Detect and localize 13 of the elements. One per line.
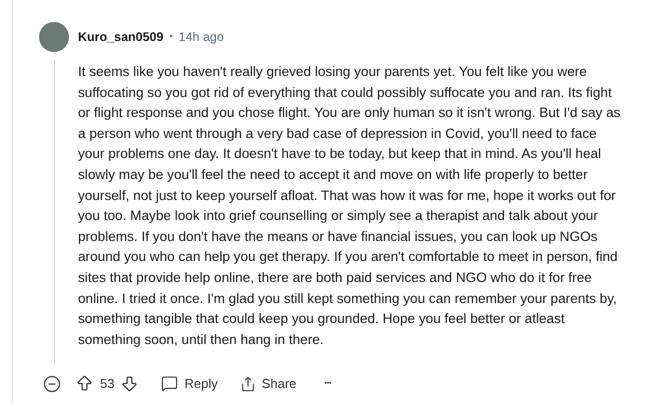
separator-dot: • (169, 30, 173, 44)
upvote-icon[interactable] (75, 374, 94, 394)
reply-button[interactable]: Reply (161, 374, 218, 394)
collapse-icon[interactable] (43, 374, 61, 393)
downvote-icon[interactable] (120, 374, 140, 394)
comment-text: It seems like you haven't really grieved losing your parents yet. You felt like you were suffocating so you got rid of everything that could possibly suffocate you and ran. Its fight or flight response and you chose flight. You are only human so it isn't wrong. But I'd say as a person who went through a very bad case of depression in Covid, you'll need to face your problems one day. It doesn't have to be today, but keep that in mind. As you'll heal slowly may be you'll feel the need to accept it and move on with life properly to better yourself, not just to keep yourself afloat. That was how it was for me, hope it works out for you too. Maybe look into grief counselling or simply see a therapist and talk about your problems. If you don't have the means or have financial issues, you can look up NGOs around you who can help you get therapy. If you aren't comfortable to meet in person, find sites that provide help online, there are both paid services and NGO who do it for free online. I tried it once. I'm glad you still kept something you can remember your parents by, something tangible that could keep you grounded. Hope you feel better or atleast something soon, until then hang in there. (78, 63, 622, 349)
username[interactable]: Kuro_san0509 (78, 28, 164, 46)
timestamp: 14h ago (178, 28, 224, 46)
avatar[interactable] (39, 22, 69, 52)
vote-count: 53 (100, 375, 114, 393)
speech-bubble-icon (161, 375, 178, 392)
share-button[interactable]: Share (240, 374, 296, 394)
share-icon (240, 376, 256, 392)
